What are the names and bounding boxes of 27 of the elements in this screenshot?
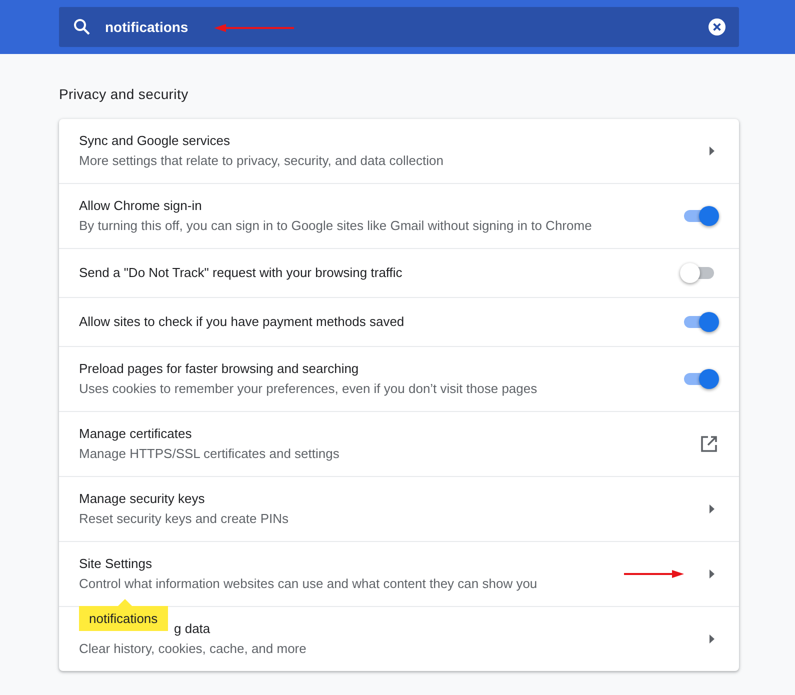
setting-title: Manage certificates [79,425,193,443]
setting-title: Preload pages for faster browsing and searching [79,360,360,378]
setting-title: Site Settings [79,555,153,573]
setting-description: Control what information websites can use and what content they can show you [79,575,538,593]
setting-description: More settings that relate to privacy, security, and data collection [79,152,444,170]
setting-title: Sync and Google services [79,132,232,150]
search-bar[interactable]: notifications [59,7,739,47]
setting-description: By turning this off, you can sign in to Google sites like Gmail without signing in to Chrome [79,217,593,235]
caret-icon[interactable] [709,504,715,514]
caret-icon[interactable] [709,146,715,156]
setting-description: Reset security keys and create PINs [79,510,290,528]
annotation-arrow [624,570,684,578]
setting-title: Send a "Do Not Track" request with your browsing traffic [79,264,404,282]
setting-title: g data [174,620,212,638]
setting-title: Allow Chrome sign-in [79,197,203,215]
clear-icon[interactable] [708,18,726,36]
setting-description: Manage HTTPS/SSL certificates and settings [79,445,340,463]
setting-title: Allow sites to check if you have payment methods saved [79,313,406,331]
section-title: Privacy and security [59,86,190,102]
setting-title: Manage security keys [79,490,206,508]
caret-icon[interactable] [709,569,715,579]
setting-description: Clear history, cookies, cache, and more [79,640,308,658]
search-icon [73,18,91,36]
caret-icon[interactable] [709,634,715,644]
external-link-icon[interactable] [700,435,718,453]
search-highlight: notifications [79,599,168,631]
setting-description: Uses cookies to remember your preferences, even if you don’t visit those pages [79,380,538,398]
